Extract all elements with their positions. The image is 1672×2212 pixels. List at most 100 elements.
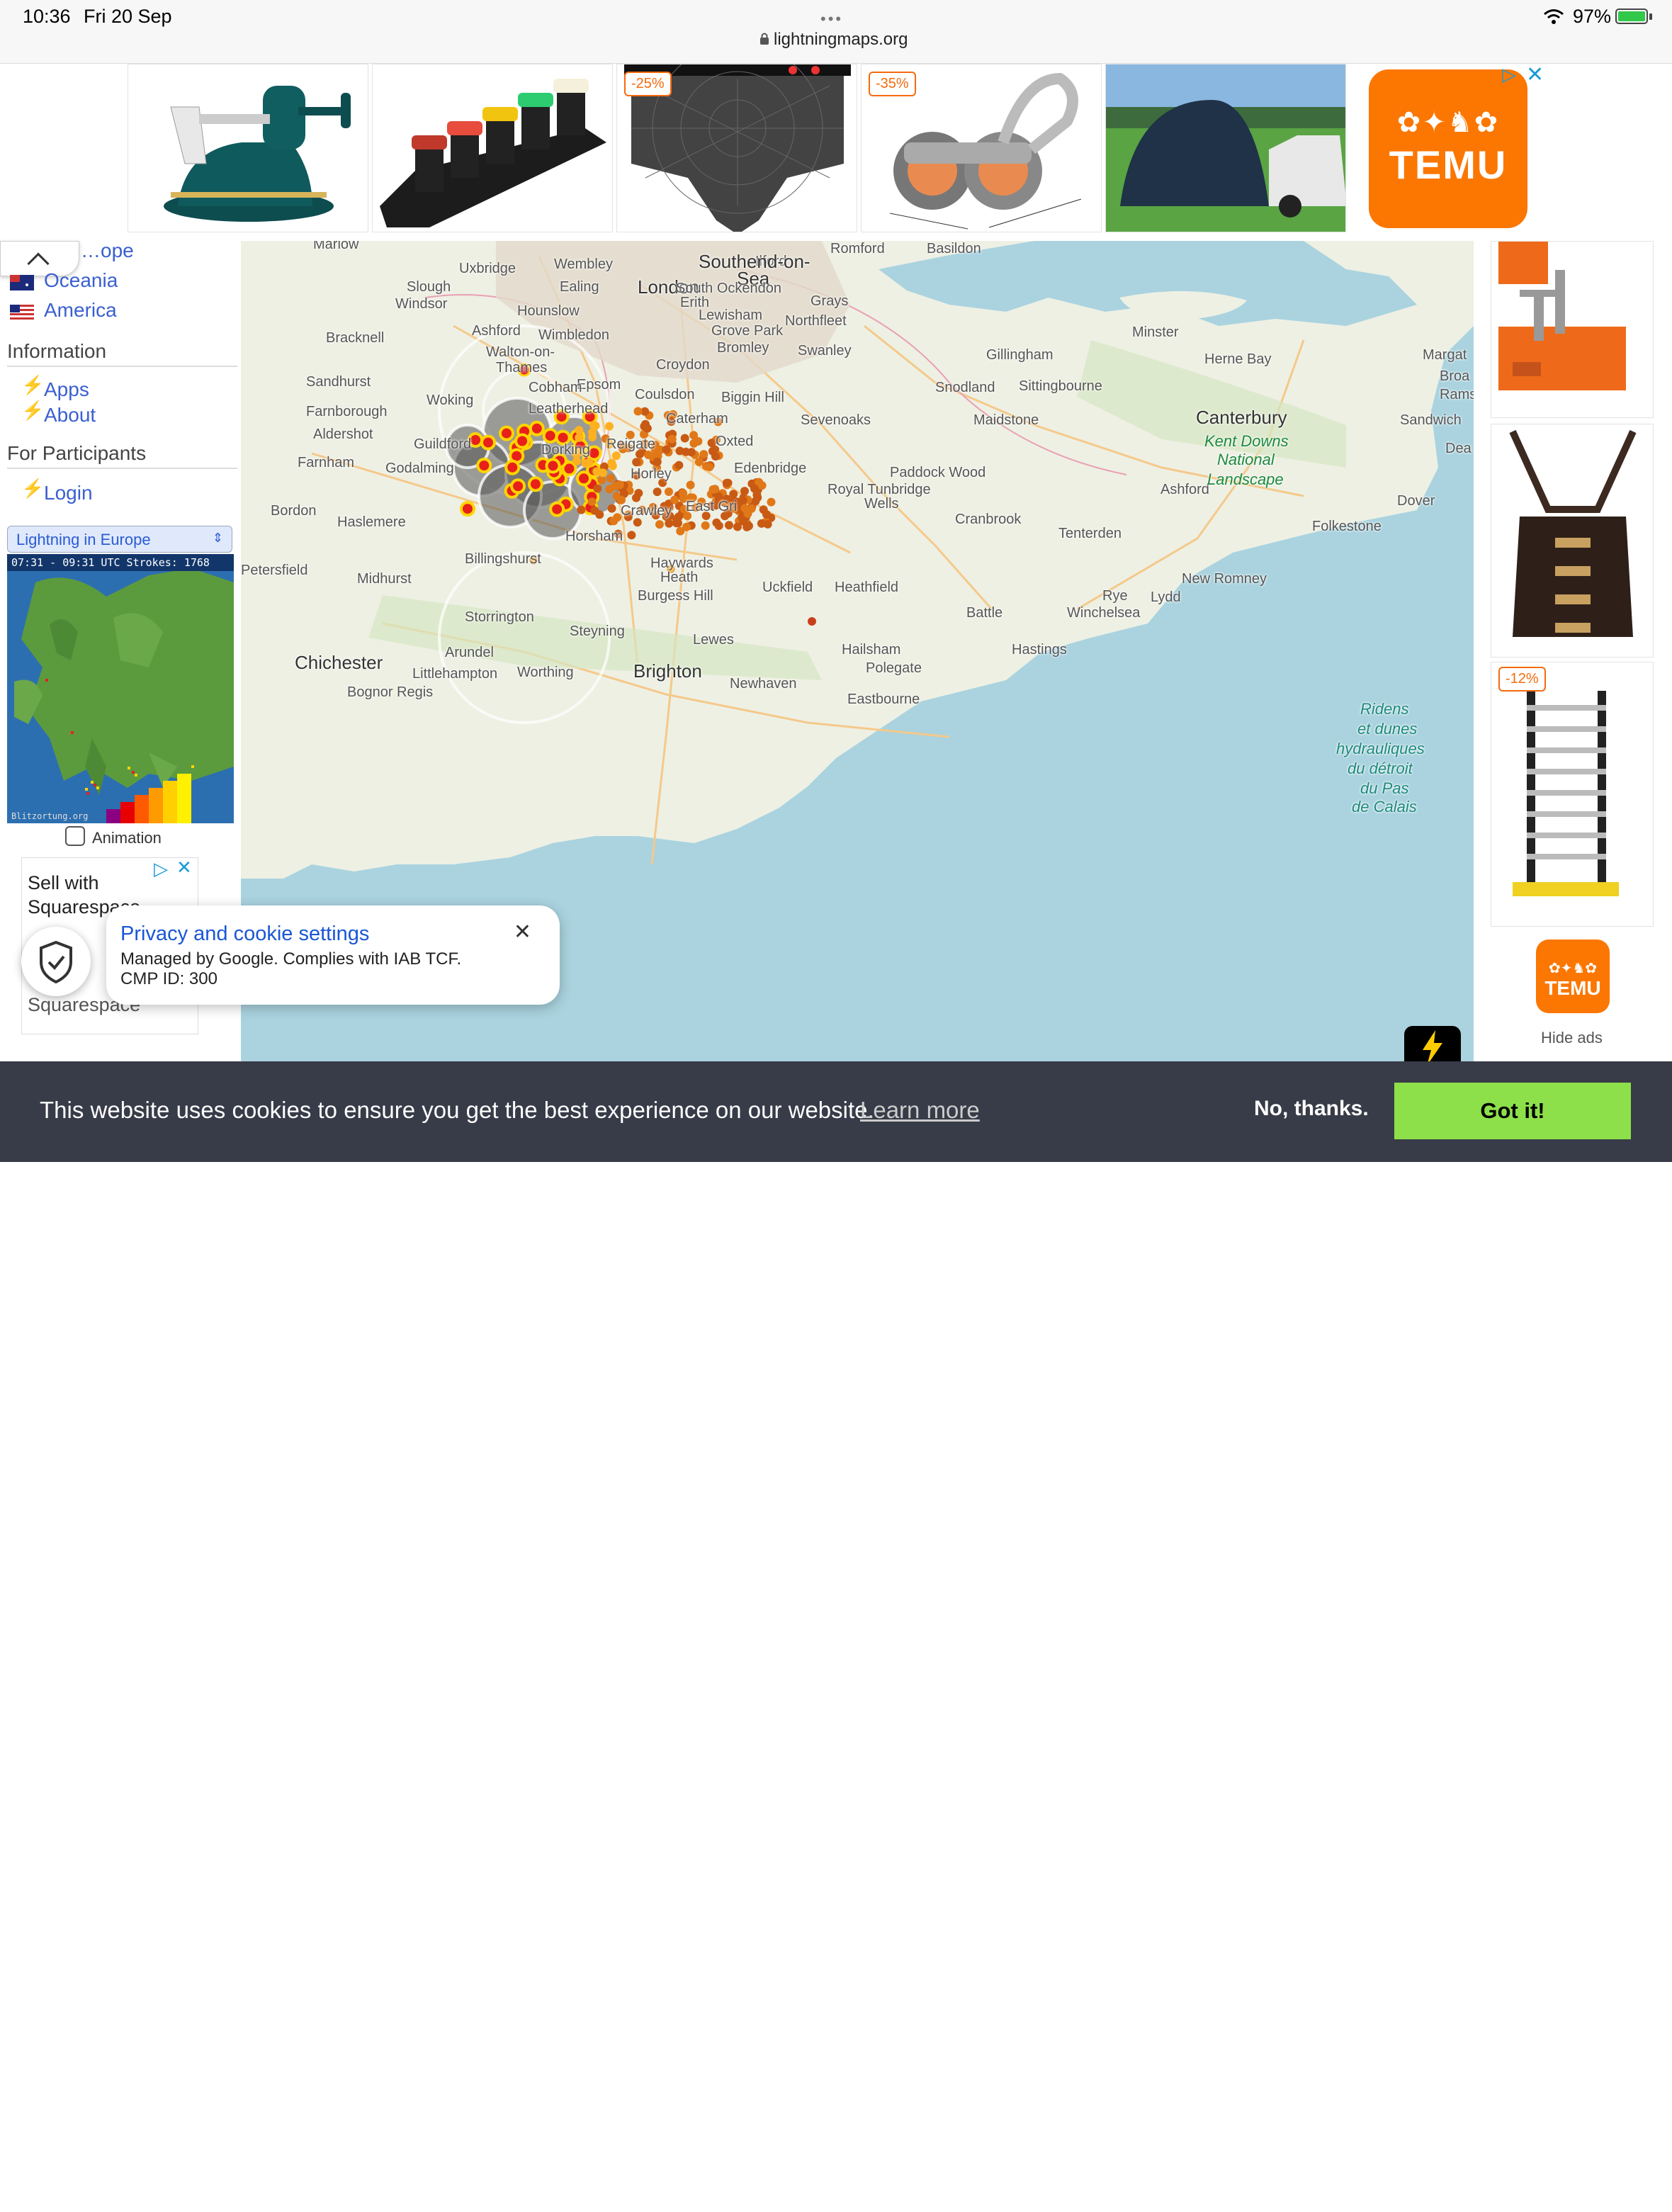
map-label: Battle: [966, 605, 1003, 621]
region-link-america[interactable]: America: [44, 299, 117, 322]
strike-older: [725, 521, 733, 530]
map-label: Arundel: [445, 645, 494, 660]
map-label: Leatherhead: [529, 401, 609, 417]
map-label: Littlehampton: [412, 666, 498, 682]
more-dots-icon[interactable]: •••: [820, 10, 843, 28]
lock-icon: [760, 33, 769, 45]
strike-recent: [499, 425, 514, 441]
browser-status-bar: 10:36 Fri 20 Sep ••• lightningmaps.org 9…: [0, 0, 1672, 64]
map-label: Herne Bay: [1204, 351, 1272, 367]
map-label: Sittingbourne: [1019, 378, 1102, 394]
adchoices-icon[interactable]: ▷: [1502, 64, 1516, 86]
temu-logo[interactable]: ✿✦♞✿ TEMU: [1369, 69, 1527, 228]
apps-link[interactable]: Apps: [44, 378, 89, 401]
strike-older: [633, 407, 643, 416]
strike-older: [662, 445, 671, 454]
ad-close-icon[interactable]: ✕: [176, 857, 192, 879]
mini-map-header: 07:31 - 09:31 UTC Strokes: 1768: [7, 554, 234, 571]
map-label: Coulsdon: [635, 387, 695, 402]
privacy-close-icon[interactable]: ✕: [514, 920, 531, 944]
ad-halloween-curtain[interactable]: -25%: [616, 64, 857, 232]
strike-older: [694, 436, 703, 446]
map-label: et dunes: [1357, 720, 1418, 738]
strike-older: [705, 463, 714, 472]
wifi-icon: [1544, 9, 1564, 24]
privacy-title[interactable]: Privacy and cookie settings: [120, 922, 369, 946]
map-label: Worthing: [517, 665, 574, 680]
strike-older: [686, 480, 695, 490]
animation-checkbox[interactable]: [65, 826, 85, 846]
learn-more-link[interactable]: Learn more: [860, 1097, 980, 1124]
map-label: Hailsham: [842, 642, 901, 658]
temu-logo-small[interactable]: ✿✦♞✿ TEMU: [1536, 939, 1610, 1013]
about-link[interactable]: About: [44, 404, 96, 427]
divider: [7, 468, 237, 469]
map-label: East Gri: [686, 499, 738, 514]
accept-cookies-button[interactable]: Got it!: [1394, 1083, 1631, 1139]
region-select[interactable]: Lightning in Europe ⇕: [7, 526, 232, 553]
map-label: Ashford: [1160, 482, 1209, 497]
ad-close-icon[interactable]: ✕: [1526, 62, 1544, 87]
map-label: Edenbridge: [734, 461, 807, 476]
map-label: Sandhurst: [306, 374, 371, 390]
map-label: Basildon: [927, 241, 981, 256]
map-label: Woking: [427, 393, 474, 408]
status-time: 10:36: [23, 6, 71, 27]
strike-older: [653, 487, 662, 497]
strike-older: [587, 497, 597, 507]
map-label: Bognor Regis: [347, 684, 434, 700]
battery-tip: [1649, 13, 1652, 20]
map-label: Lydd: [1151, 589, 1181, 605]
decline-button[interactable]: No, thanks.: [1254, 1097, 1369, 1121]
adchoices-icon[interactable]: ▷: [154, 858, 168, 880]
strike-older: [665, 519, 674, 528]
hide-ads-link[interactable]: Hide ads: [1541, 1029, 1603, 1047]
region-link-oceania[interactable]: Oceania: [44, 269, 118, 292]
map-label: Lewes: [693, 632, 734, 648]
ad-ab-roller[interactable]: -35%: [861, 64, 1102, 232]
address-bar[interactable]: lightningmaps.org: [774, 30, 908, 50]
ad-pressure-washer-nozzles[interactable]: [372, 64, 613, 232]
strike-recent: [549, 501, 565, 517]
strike-older: [733, 522, 742, 531]
map-label: Reigate: [606, 436, 655, 452]
ad-leather-harness[interactable]: [1491, 424, 1654, 658]
strike-older: [674, 519, 682, 528]
map-label: Eastbourne: [847, 692, 920, 707]
strike-mid: [588, 428, 597, 437]
strike-older: [762, 510, 771, 519]
cookie-message: This website uses cookies to ensure you …: [40, 1097, 874, 1123]
map-label: Snodland: [935, 380, 995, 395]
region-select-value: Lightning in Europe: [16, 531, 151, 548]
europe-mini-map[interactable]: Blitzortung.org 07:31 - 09:31 UTC Stroke…: [7, 554, 234, 823]
map-label: hydrauliques: [1336, 740, 1425, 757]
strike-mid: [611, 451, 621, 461]
map-label: New Romney: [1182, 571, 1267, 587]
map-label: Ridens: [1360, 700, 1409, 718]
strike-older: [679, 489, 688, 498]
strike-older: [632, 458, 641, 467]
lightning-bullet-icon: ⚡: [21, 374, 45, 395]
ad-workbench-vise[interactable]: [1491, 241, 1654, 418]
select-arrows-icon: ⇕: [212, 531, 223, 545]
strike-recent: [545, 458, 561, 474]
strike-mid: [575, 426, 584, 435]
map-label: Ealing: [560, 279, 599, 295]
strike-older: [701, 521, 710, 530]
strike-older: [633, 518, 642, 527]
discount-badge: -25%: [624, 72, 672, 96]
ad-telescopic-ladder[interactable]: -12%: [1491, 662, 1654, 927]
privacy-shield-button[interactable]: [21, 927, 91, 996]
discount-badge: -35%: [869, 72, 916, 96]
strike-older: [665, 487, 673, 496]
privacy-cmp-id: CMP ID: 300: [120, 969, 218, 988]
map-label: Windsor: [395, 296, 448, 312]
cookie-consent-bar: This website uses cookies to ensure you …: [0, 1061, 1672, 2212]
login-link[interactable]: Login: [44, 482, 93, 504]
ad-car-tent[interactable]: [1105, 64, 1346, 232]
map-label: Caterham: [666, 411, 728, 427]
region-link-europe[interactable]: …ope: [81, 239, 134, 262]
discount-badge: -12%: [1498, 667, 1546, 692]
map-label: Epsom: [577, 377, 621, 393]
ad-apple-peeler[interactable]: [128, 64, 368, 232]
